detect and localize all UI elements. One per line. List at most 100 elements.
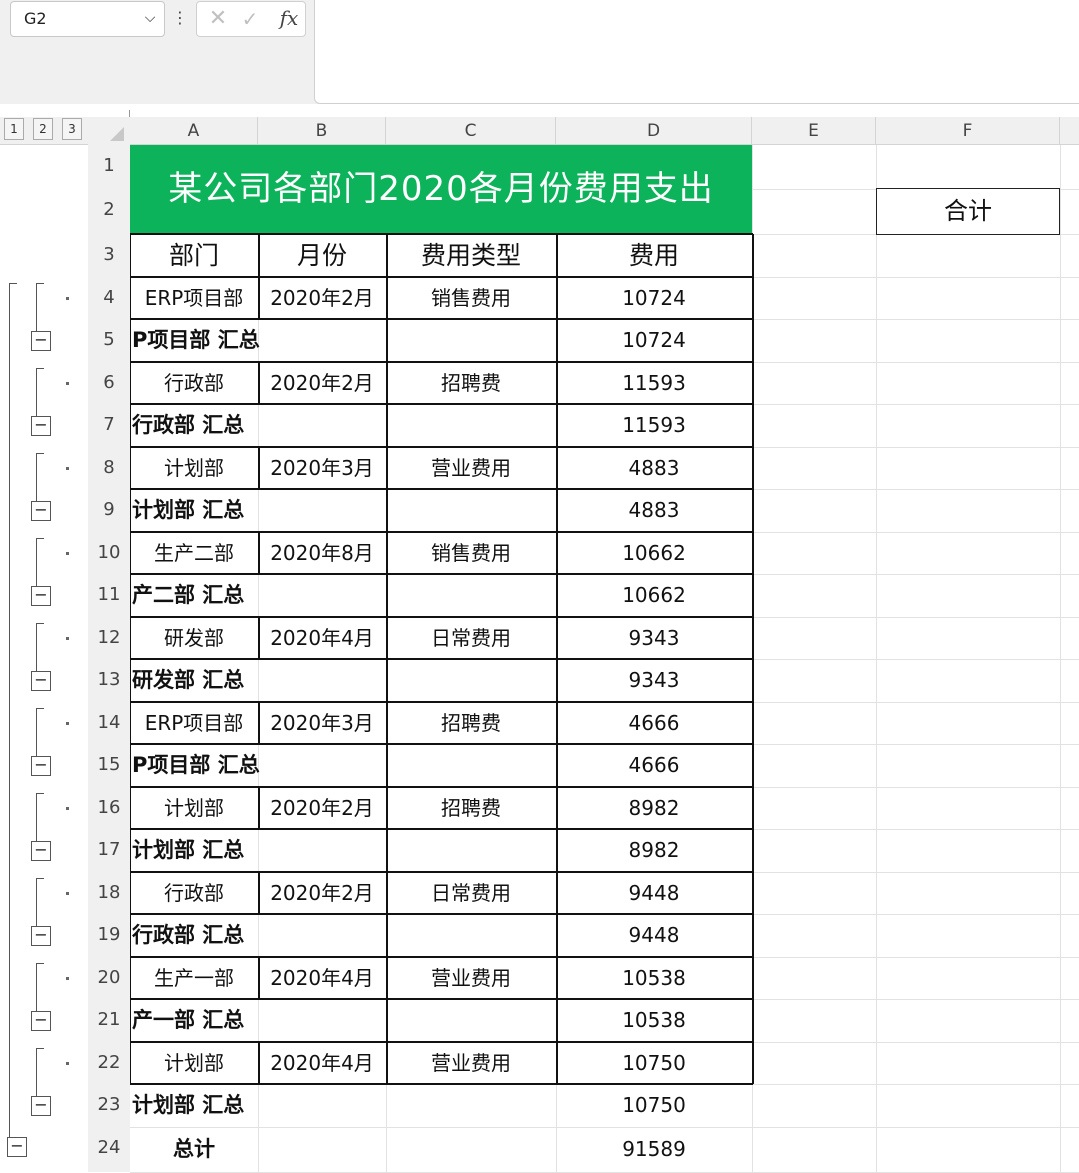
outline-level-3-button[interactable]: 3 <box>62 118 82 140</box>
column-header-e[interactable]: E <box>752 117 876 145</box>
cell-expense-type[interactable]: 招聘费 <box>386 362 556 404</box>
collapse-group-button[interactable]: − <box>31 1011 51 1031</box>
cell-month[interactable]: 2020年4月 <box>258 617 386 659</box>
collapse-group-button[interactable]: − <box>31 756 51 776</box>
header-month[interactable]: 月份 <box>258 234 386 277</box>
cell-department[interactable]: 研发部 <box>130 617 258 659</box>
cell-month[interactable]: 2020年2月 <box>258 787 386 829</box>
cell-department[interactable]: 行政部 <box>130 362 258 404</box>
cell-department[interactable]: 行政部 <box>130 872 258 914</box>
row-header-11[interactable]: 11 <box>88 574 130 617</box>
cell-expense-type[interactable]: 日常费用 <box>386 872 556 914</box>
cell-subtotal[interactable]: 9343 <box>556 659 752 702</box>
cell-subtotal[interactable]: 10750 <box>556 1084 752 1127</box>
cell-department[interactable]: 生产二部 <box>130 532 258 574</box>
formula-input[interactable] <box>314 0 1079 104</box>
column-header-d[interactable]: D <box>556 117 752 145</box>
close-icon[interactable]: ✕ <box>205 4 231 34</box>
cell-cost[interactable]: 10724 <box>556 277 752 319</box>
collapse-all-button[interactable]: − <box>7 1137 27 1157</box>
cell-subtotal-label[interactable]: 行政部 汇总 <box>130 914 386 957</box>
cell-expense-type[interactable]: 营业费用 <box>386 957 556 999</box>
insert-function-button[interactable]: fx <box>272 2 306 34</box>
cell-department[interactable]: ERP项目部 <box>130 277 258 319</box>
more-options-icon[interactable]: ⋮ <box>172 6 188 30</box>
row-header-14[interactable]: 14 <box>88 702 130 744</box>
row-header-2[interactable]: 2 <box>88 189 130 234</box>
outline-level-1-button[interactable]: 1 <box>4 118 24 140</box>
cell-subtotal-label[interactable]: 产一部 汇总 <box>130 999 386 1042</box>
row-header-9[interactable]: 9 <box>88 489 130 532</box>
cell-subtotal-label[interactable]: 研发部 汇总 <box>130 659 386 702</box>
column-header-c[interactable]: C <box>386 117 556 145</box>
cell-subtotal-label[interactable]: P项目部 汇总 <box>130 319 386 362</box>
collapse-group-button[interactable]: − <box>31 1096 51 1116</box>
select-all-corner[interactable] <box>88 117 130 145</box>
cell-subtotal[interactable]: 11593 <box>556 404 752 447</box>
row-header-12[interactable]: 12 <box>88 617 130 659</box>
cell-cost[interactable]: 11593 <box>556 362 752 404</box>
cell-department[interactable]: 计划部 <box>130 1042 258 1084</box>
cell-month[interactable]: 2020年2月 <box>258 362 386 404</box>
cell-cost[interactable]: 9343 <box>556 617 752 659</box>
row-header-24[interactable]: 24 <box>88 1127 130 1172</box>
cell-subtotal[interactable]: 4666 <box>556 744 752 787</box>
cell-cost[interactable]: 10538 <box>556 957 752 999</box>
cell-expense-type[interactable]: 日常费用 <box>386 617 556 659</box>
cell-grand-total-label[interactable]: 总计 <box>130 1127 258 1172</box>
collapse-group-button[interactable]: − <box>31 926 51 946</box>
sheet-title[interactable]: 某公司各部门2020各月份费用支出 <box>130 145 752 234</box>
cell-expense-type[interactable]: 营业费用 <box>386 1042 556 1084</box>
cell-expense-type[interactable]: 招聘费 <box>386 702 556 744</box>
total-cell[interactable]: 合计 <box>876 188 1060 235</box>
cell-subtotal-label[interactable]: 行政部 汇总 <box>130 404 386 447</box>
row-header-3[interactable]: 3 <box>88 234 130 277</box>
row-header-8[interactable]: 8 <box>88 447 130 489</box>
cell-month[interactable]: 2020年3月 <box>258 447 386 489</box>
row-header-6[interactable]: 6 <box>88 362 130 404</box>
cell-month[interactable]: 2020年4月 <box>258 957 386 999</box>
column-header-f[interactable]: F <box>876 117 1060 145</box>
row-header-10[interactable]: 10 <box>88 532 130 574</box>
cell-subtotal-label[interactable]: P项目部 汇总 <box>130 744 386 787</box>
cell-subtotal-label[interactable]: 产二部 汇总 <box>130 574 386 617</box>
cell-month[interactable]: 2020年3月 <box>258 702 386 744</box>
cell-subtotal-label[interactable]: 计划部 汇总 <box>130 489 386 532</box>
cell-department[interactable]: 生产一部 <box>130 957 258 999</box>
row-header-5[interactable]: 5 <box>88 319 130 362</box>
collapse-group-button[interactable]: − <box>31 331 51 351</box>
header-department[interactable]: 部门 <box>130 234 258 277</box>
cell-department[interactable]: ERP项目部 <box>130 702 258 744</box>
cell-cost[interactable]: 4883 <box>556 447 752 489</box>
cell-subtotal-label[interactable]: 计划部 汇总 <box>130 1084 386 1127</box>
cell-expense-type[interactable]: 招聘费 <box>386 787 556 829</box>
collapse-group-button[interactable]: − <box>31 586 51 606</box>
cell-month[interactable]: 2020年4月 <box>258 1042 386 1084</box>
cell-expense-type[interactable]: 销售费用 <box>386 277 556 319</box>
cell-cost[interactable]: 8982 <box>556 787 752 829</box>
row-header-21[interactable]: 21 <box>88 999 130 1042</box>
cell-department[interactable]: 计划部 <box>130 447 258 489</box>
collapse-group-button[interactable]: − <box>31 416 51 436</box>
cell-cost[interactable]: 10662 <box>556 532 752 574</box>
row-header-15[interactable]: 15 <box>88 744 130 787</box>
cell-expense-type[interactable]: 销售费用 <box>386 532 556 574</box>
cell-subtotal[interactable]: 9448 <box>556 914 752 957</box>
row-header-17[interactable]: 17 <box>88 829 130 872</box>
row-header-19[interactable]: 19 <box>88 914 130 957</box>
chevron-down-icon[interactable]: ⌵ <box>140 8 160 28</box>
cell-cost[interactable]: 10750 <box>556 1042 752 1084</box>
cell-subtotal[interactable]: 10724 <box>556 319 752 362</box>
cell-month[interactable]: 2020年2月 <box>258 277 386 319</box>
row-header-7[interactable]: 7 <box>88 404 130 447</box>
row-header-22[interactable]: 22 <box>88 1042 130 1084</box>
row-header-16[interactable]: 16 <box>88 787 130 829</box>
outline-level-2-button[interactable]: 2 <box>33 118 53 140</box>
header-cost[interactable]: 费用 <box>556 234 752 277</box>
collapse-group-button[interactable]: − <box>31 671 51 691</box>
column-header-a[interactable]: A <box>130 117 258 145</box>
row-header-4[interactable]: 4 <box>88 277 130 319</box>
row-header-23[interactable]: 23 <box>88 1084 130 1127</box>
cell-department[interactable]: 计划部 <box>130 787 258 829</box>
cell-subtotal-label[interactable]: 计划部 汇总 <box>130 829 386 872</box>
